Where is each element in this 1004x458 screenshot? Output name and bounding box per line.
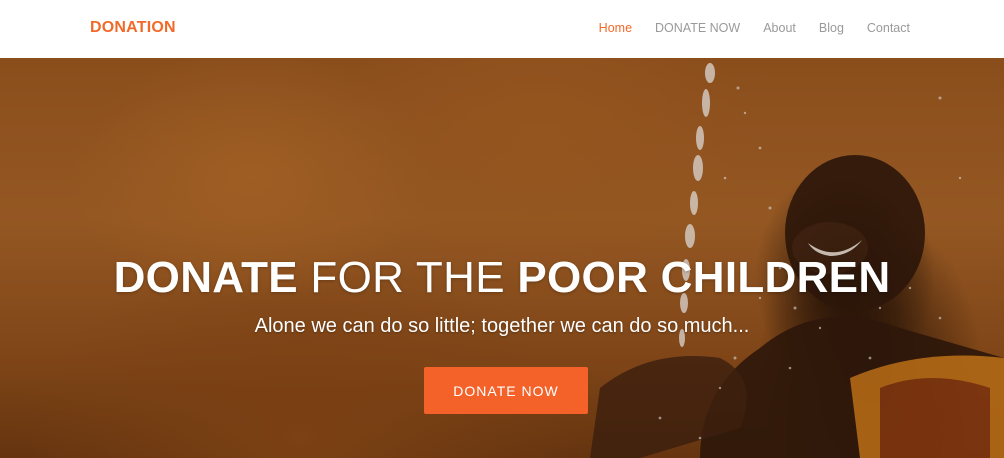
nav-item-donate-now[interactable]: DONATE NOW (655, 21, 740, 35)
hero-title: DONATE FOR THE POOR CHILDREN (0, 253, 1004, 303)
nav-item-about[interactable]: About (763, 21, 796, 35)
nav-item-home[interactable]: Home (599, 21, 632, 35)
hero-banner: DONATE FOR THE POOR CHILDREN Alone we ca… (0, 58, 1004, 458)
hero-subtitle: Alone we can do so little; together we c… (254, 315, 750, 337)
hero-title-bold-1: DONATE (113, 253, 298, 302)
nav-menu: Home DONATE NOW About Blog Contact (576, 21, 910, 35)
top-navbar: DONATION Home DONATE NOW About Blog Cont… (0, 0, 1004, 58)
hero-content: DONATE FOR THE POOR CHILDREN Alone we ca… (0, 58, 1004, 458)
nav-item-blog[interactable]: Blog (819, 21, 844, 35)
hero-title-bold-2: POOR CHILDREN (517, 253, 891, 302)
nav-item-contact[interactable]: Contact (867, 21, 910, 35)
donate-now-button[interactable]: DONATE NOW (424, 367, 588, 414)
brand-logo[interactable]: DONATION (90, 19, 176, 37)
hero-title-normal: FOR THE (297, 253, 518, 302)
